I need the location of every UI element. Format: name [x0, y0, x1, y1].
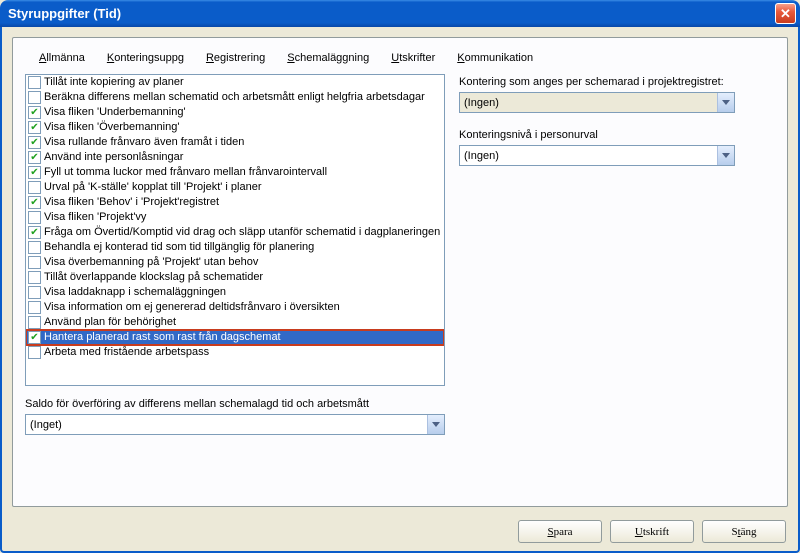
tab-bar: Allmänna Konteringsuppg Registrering Sch…	[25, 48, 775, 74]
list-item-label: Visa fliken 'Behov' i 'Projekt'registret	[44, 195, 219, 210]
list-item-label: Tillåt överlappande klockslag på schemat…	[44, 270, 263, 285]
konteringsniva-dropdown[interactable]: (Ingen)	[459, 145, 735, 166]
checkbox[interactable]: ✔	[28, 151, 41, 164]
list-item[interactable]: Arbeta med fristående arbetspass	[26, 345, 444, 360]
checkbox[interactable]	[28, 181, 41, 194]
saldo-label: Saldo för överföring av differens mellan…	[25, 398, 445, 410]
checkbox[interactable]	[28, 271, 41, 284]
kontering-value: (Ingen)	[460, 97, 717, 109]
list-item[interactable]: ✔Visa fliken 'Underbemanning'	[26, 105, 444, 120]
list-item-label: Visa överbemanning på 'Projekt' utan beh…	[44, 255, 258, 270]
list-item-label: Hantera planerad rast som rast från dags…	[44, 330, 281, 345]
list-item-label: Visa fliken 'Överbemanning'	[44, 120, 179, 135]
list-item[interactable]: Tillåt överlappande klockslag på schemat…	[26, 270, 444, 285]
dialog-frame: Allmänna Konteringsuppg Registrering Sch…	[12, 37, 788, 507]
list-item[interactable]: Tillåt inte kopiering av planer	[26, 75, 444, 90]
tab-allmanna[interactable]: Allmänna	[39, 52, 85, 64]
list-item-label: Visa fliken 'Projekt'vy	[44, 210, 146, 225]
list-item[interactable]: Använd plan för behörighet	[26, 315, 444, 330]
checkbox[interactable]	[28, 346, 41, 359]
saldo-value: (Inget)	[26, 419, 427, 431]
checkbox[interactable]	[28, 301, 41, 314]
tab-kommunikation[interactable]: Kommunikation	[457, 52, 533, 64]
kontering-dropdown: (Ingen)	[459, 92, 735, 113]
list-item[interactable]: Visa överbemanning på 'Projekt' utan beh…	[26, 255, 444, 270]
list-item-label: Behandla ej konterad tid som tid tillgän…	[44, 240, 314, 255]
list-item-label: Urval på 'K-ställe' kopplat till 'Projek…	[44, 180, 262, 195]
checkbox[interactable]	[28, 91, 41, 104]
saldo-dropdown[interactable]: (Inget)	[25, 414, 445, 435]
button-bar: Spara Utskrift Stäng	[518, 520, 786, 543]
print-button[interactable]: Utskrift	[610, 520, 694, 543]
list-item[interactable]: Beräkna differens mellan schematid och a…	[26, 90, 444, 105]
list-item-label: Visa rullande frånvaro även framåt i tid…	[44, 135, 244, 150]
tab-registrering[interactable]: Registrering	[206, 52, 265, 64]
window-title: Styruppgifter (Tid)	[8, 6, 121, 21]
checkbox[interactable]	[28, 211, 41, 224]
list-item-label: Visa laddaknapp i schemaläggningen	[44, 285, 226, 300]
list-item[interactable]: Urval på 'K-ställe' kopplat till 'Projek…	[26, 180, 444, 195]
list-item[interactable]: Behandla ej konterad tid som tid tillgän…	[26, 240, 444, 255]
kontering-label: Kontering som anges per schemarad i proj…	[459, 76, 775, 88]
checkbox[interactable]	[28, 76, 41, 89]
list-item-label: Visa information om ej genererad deltids…	[44, 300, 340, 315]
checkbox[interactable]: ✔	[28, 166, 41, 179]
chevron-down-icon	[717, 93, 734, 112]
close-button[interactable]: Stäng	[702, 520, 786, 543]
list-item-label: Använd plan för behörighet	[44, 315, 176, 330]
list-item[interactable]: Visa laddaknapp i schemaläggningen	[26, 285, 444, 300]
save-button[interactable]: Spara	[518, 520, 602, 543]
list-item-label: Tillåt inte kopiering av planer	[44, 75, 184, 90]
list-item-label: Fråga om Övertid/Komptid vid drag och sl…	[44, 225, 440, 240]
list-item[interactable]: ✔Visa fliken 'Överbemanning'	[26, 120, 444, 135]
list-item[interactable]: ✔Fyll ut tomma luckor med frånvaro mella…	[26, 165, 444, 180]
konteringsniva-label: Konteringsnivå i personurval	[459, 129, 775, 141]
list-item[interactable]: ✔Fråga om Övertid/Komptid vid drag och s…	[26, 225, 444, 240]
tab-schemalaggning[interactable]: Schemaläggning	[287, 52, 369, 64]
window-titlebar: Styruppgifter (Tid) ✕	[0, 0, 800, 27]
checkbox[interactable]: ✔	[28, 196, 41, 209]
checkbox[interactable]	[28, 316, 41, 329]
list-item-label: Beräkna differens mellan schematid och a…	[44, 90, 425, 105]
tab-utskrifter[interactable]: Utskrifter	[391, 52, 435, 64]
chevron-down-icon	[717, 146, 734, 165]
checkbox[interactable]	[28, 286, 41, 299]
tab-konteringsuppg[interactable]: Konteringsuppg	[107, 52, 184, 64]
list-item[interactable]: Visa fliken 'Projekt'vy	[26, 210, 444, 225]
list-item-label: Använd inte personlåsningar	[44, 150, 183, 165]
checkbox[interactable]	[28, 241, 41, 254]
options-listbox[interactable]: Tillåt inte kopiering av planerBeräkna d…	[25, 74, 445, 386]
list-item-label: Visa fliken 'Underbemanning'	[44, 105, 186, 120]
list-item[interactable]: ✔Hantera planerad rast som rast från dag…	[26, 330, 444, 345]
list-item[interactable]: Visa information om ej genererad deltids…	[26, 300, 444, 315]
list-item-label: Fyll ut tomma luckor med frånvaro mellan…	[44, 165, 327, 180]
checkbox[interactable]: ✔	[28, 136, 41, 149]
close-icon[interactable]: ✕	[775, 3, 796, 24]
konteringsniva-value: (Ingen)	[460, 150, 717, 162]
list-item[interactable]: ✔Använd inte personlåsningar	[26, 150, 444, 165]
checkbox[interactable]: ✔	[28, 226, 41, 239]
list-item-label: Arbeta med fristående arbetspass	[44, 345, 209, 360]
checkbox[interactable]: ✔	[28, 121, 41, 134]
checkbox[interactable]	[28, 256, 41, 269]
checkbox[interactable]: ✔	[28, 106, 41, 119]
list-item[interactable]: ✔Visa rullande frånvaro även framåt i ti…	[26, 135, 444, 150]
chevron-down-icon	[427, 415, 444, 434]
list-item[interactable]: ✔Visa fliken 'Behov' i 'Projekt'registre…	[26, 195, 444, 210]
checkbox[interactable]: ✔	[28, 331, 41, 344]
